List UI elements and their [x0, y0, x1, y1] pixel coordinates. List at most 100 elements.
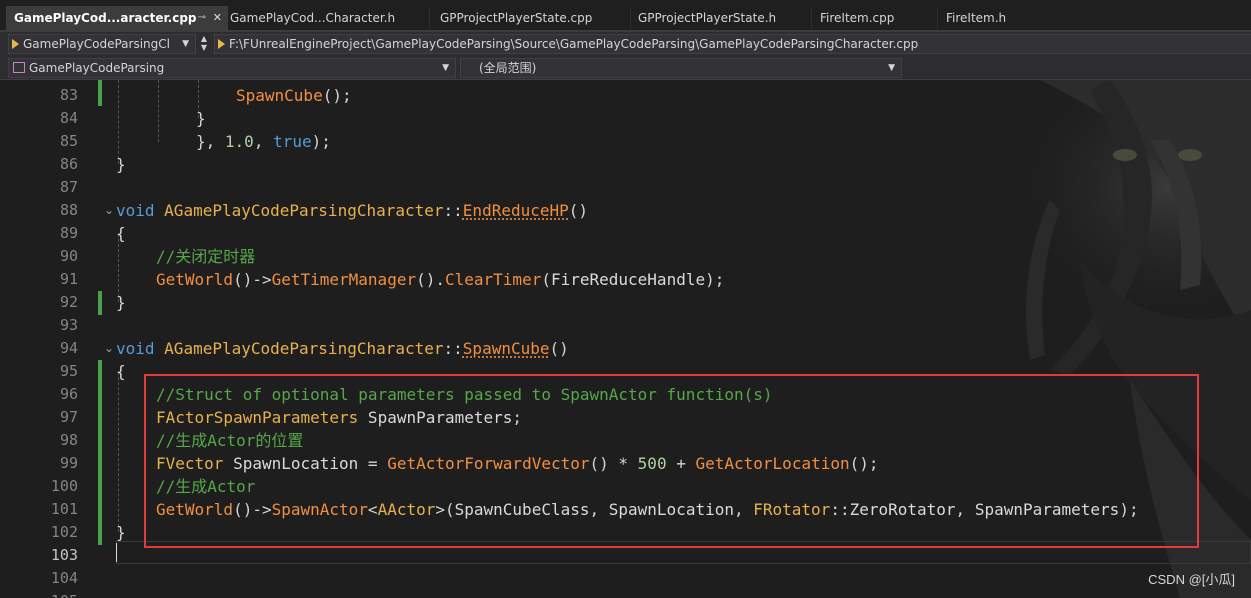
- punct: (): [549, 339, 569, 358]
- code-line-92[interactable]: }: [116, 291, 126, 314]
- project-combo-label: GamePlayCodeParsingCl: [23, 37, 170, 51]
- line-number: 101: [50, 500, 78, 518]
- line-number: 105: [0, 590, 78, 598]
- indent-guide: [118, 372, 119, 532]
- brace: {: [116, 224, 126, 243]
- fold-toggle-icon[interactable]: ⌄: [104, 337, 114, 360]
- brace: {: [116, 362, 126, 381]
- line-number: 93: [59, 316, 78, 334]
- class-name: AGamePlayCodeParsingCharacter: [164, 201, 444, 220]
- watermark: CSDN @[小瓜]: [1148, 572, 1235, 587]
- fold-toggle-icon[interactable]: ⌄: [104, 199, 114, 222]
- chevron-down-icon: ▼: [888, 63, 895, 73]
- project-dropdown[interactable]: GamePlayCodeParsing ▼: [8, 58, 456, 78]
- line-number: 90: [59, 247, 78, 265]
- function-name: SpawnCube: [462, 339, 550, 358]
- tab-bar: GamePlayCod...aracter.cpp ⊸ ✕ GamePlayCo…: [0, 0, 1251, 32]
- tab-label: GPProjectPlayerState.cpp: [440, 11, 593, 25]
- line-number: 100: [50, 477, 78, 495]
- path-bar: GamePlayCodeParsingCl ▼ ▲ ▼ F:\FUnrealEng…: [0, 32, 1251, 56]
- line-number: 94: [59, 339, 78, 357]
- indent-guide: [158, 80, 159, 142]
- pin-icon[interactable]: ⊸: [198, 6, 206, 30]
- line-number: 87: [59, 178, 78, 196]
- file-path-box[interactable]: F:\FUnrealEngineProject\GamePlayCodePars…: [214, 34, 1251, 54]
- file-path: F:\FUnrealEngineProject\GamePlayCodePars…: [229, 37, 919, 51]
- line-number: 99: [59, 454, 78, 472]
- punct: );: [705, 270, 725, 289]
- scope-operator: ::: [443, 201, 463, 220]
- comment: //关闭定时器: [156, 247, 256, 266]
- code-editor[interactable]: 83 84 85 86 87 88 89 90 91 92 93 94 95 9…: [0, 80, 1251, 598]
- project-combo[interactable]: GamePlayCodeParsingCl ▼: [8, 34, 196, 54]
- tab-label: FireItem.cpp: [820, 11, 895, 25]
- line-number: 97: [59, 408, 78, 426]
- punct: ,: [253, 132, 274, 151]
- code-line-91[interactable]: GetWorld()->GetTimerManager().ClearTimer…: [156, 268, 724, 291]
- code-line-95[interactable]: {: [116, 360, 126, 383]
- up-down-spinner[interactable]: ▲ ▼: [198, 34, 210, 54]
- line-number: 84: [59, 109, 78, 127]
- scope-dropdown[interactable]: (全局范围) ▼: [460, 58, 902, 78]
- line-number-gutter: 83 84 85 86 87 88 89 90 91 92 93 94 95 9…: [0, 80, 118, 598]
- line-number: 91: [59, 270, 78, 288]
- tab-character-h[interactable]: GamePlayCod...Character.h: [222, 7, 428, 29]
- code-line-84[interactable]: }: [196, 107, 206, 130]
- arrow-right-icon: [12, 38, 19, 49]
- brace: }: [116, 155, 126, 174]
- function-name: GetWorld: [156, 270, 234, 289]
- code-line-90[interactable]: //关闭定时器: [156, 245, 255, 268]
- function-name: SpawnCube: [236, 86, 323, 105]
- tab-separator: [429, 7, 430, 29]
- line-number: 92: [59, 293, 78, 311]
- code-line-83[interactable]: SpawnCube();: [236, 84, 352, 107]
- code-line-85[interactable]: }, 1.0, true);: [196, 130, 331, 153]
- navigation-bar: GamePlayCodeParsing ▼ (全局范围) ▼: [0, 56, 1251, 80]
- line-number: 88: [59, 201, 78, 219]
- punct: ()->: [233, 270, 272, 289]
- tab-playerstate-h[interactable]: GPProjectPlayerState.h: [630, 7, 810, 29]
- tab-fireitem-h[interactable]: FireItem.h: [938, 7, 1050, 29]
- variable: FireReduceHandle: [550, 270, 706, 289]
- line-number: 102: [50, 523, 78, 541]
- tab-label: FireItem.h: [946, 11, 1007, 25]
- project-icon: [13, 62, 25, 73]
- class-name: AGamePlayCodeParsingCharacter: [164, 339, 444, 358]
- highlight-box: [144, 374, 1199, 548]
- line-number: 86: [59, 155, 78, 173]
- function-name: EndReduceHP: [462, 201, 569, 220]
- line-number: 83: [59, 86, 78, 104]
- project-dropdown-label: GamePlayCodeParsing: [29, 61, 165, 75]
- arrow-right-icon: [218, 38, 225, 49]
- code-line-88[interactable]: void AGamePlayCodeParsingCharacter::EndR…: [116, 199, 588, 222]
- tab-label: GamePlayCod...Character.h: [230, 11, 396, 25]
- keyword: void: [116, 201, 155, 220]
- code-line-94[interactable]: void AGamePlayCodeParsingCharacter::Spaw…: [116, 337, 569, 360]
- tab-fireitem-cpp[interactable]: FireItem.cpp: [812, 7, 936, 29]
- line-number: 104: [50, 569, 78, 587]
- tab-character-cpp[interactable]: GamePlayCod...aracter.cpp ⊸ ✕: [6, 6, 228, 30]
- chevron-down-icon: ▼: [442, 63, 449, 73]
- scope-dropdown-label: (全局范围): [479, 61, 537, 75]
- line-number-current: 103: [50, 546, 78, 564]
- line-number: 85: [59, 132, 78, 150]
- function-name: GetTimerManager: [271, 270, 417, 289]
- close-icon[interactable]: ✕: [213, 6, 222, 30]
- code-line-86[interactable]: }: [116, 153, 126, 176]
- punct: (: [541, 270, 551, 289]
- line-number: 95: [59, 362, 78, 380]
- code-line-89[interactable]: {: [116, 222, 126, 245]
- keyword: true: [273, 132, 312, 151]
- tab-label: GPProjectPlayerState.h: [638, 11, 777, 25]
- scope-operator: ::: [443, 339, 463, 358]
- text-caret: [116, 543, 117, 562]
- brace: }: [116, 523, 126, 542]
- brace: }: [116, 293, 126, 312]
- tab-playerstate-cpp[interactable]: GPProjectPlayerState.cpp: [432, 7, 630, 29]
- function-name: ClearTimer: [445, 270, 542, 289]
- line-number: 96: [59, 385, 78, 403]
- number-literal: 1.0: [224, 132, 254, 151]
- line-number: 98: [59, 431, 78, 449]
- punct: },: [196, 132, 225, 151]
- tab-label: GamePlayCod...aracter.cpp: [14, 11, 197, 25]
